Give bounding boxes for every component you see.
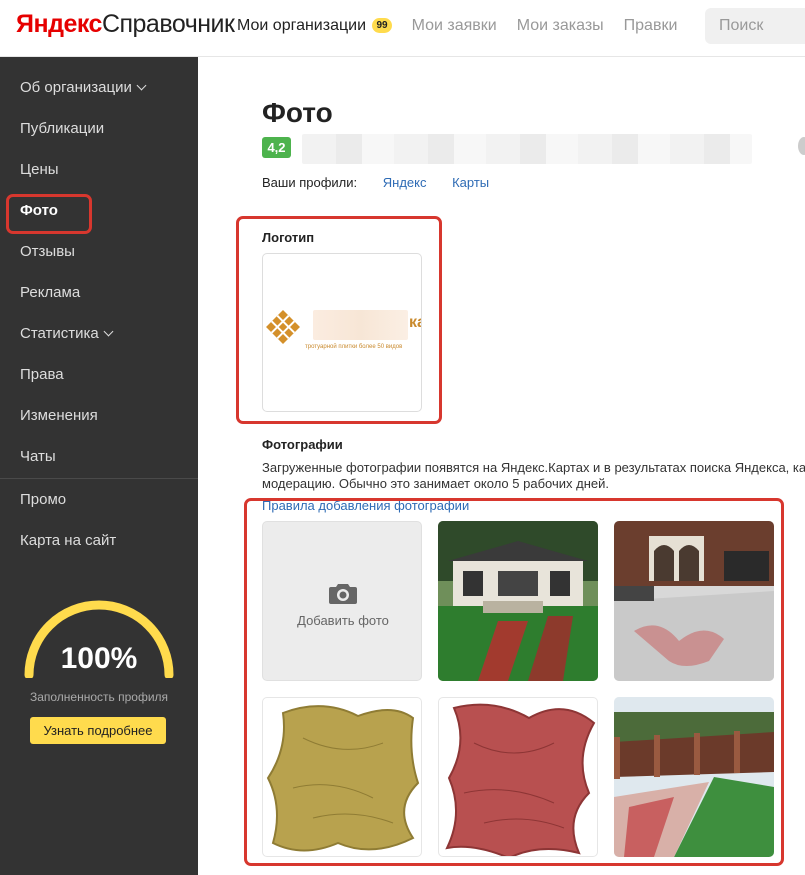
chevron-down-icon	[103, 326, 114, 337]
sidebar: Об организации Публикации Цены Фото Отзы…	[0, 57, 198, 875]
yandex-spravochnik-logo[interactable]: ЯндексСправочник	[16, 10, 235, 39]
rating-badge: 4,2	[262, 137, 291, 158]
page: ЯндексСправочник Мои организации 99 Мои …	[0, 0, 805, 875]
chevron-down-icon	[136, 80, 147, 91]
sidebar-item-rights[interactable]: Права	[20, 366, 64, 383]
top-header: ЯндексСправочник Мои организации 99 Мои …	[0, 0, 805, 57]
sidebar-item-prices[interactable]: Цены	[20, 161, 59, 178]
sidebar-item-promo[interactable]: Промо	[20, 491, 66, 508]
gear-icon[interactable]	[798, 137, 805, 155]
sidebar-item-publications[interactable]: Публикации	[20, 120, 104, 137]
nav-my-orders[interactable]: Мои заказы	[517, 17, 604, 35]
photos-description: Загруженные фотографии появятся на Яндек…	[262, 460, 805, 492]
search-input[interactable]	[705, 8, 805, 44]
sidebar-item-site-map[interactable]: Карта на сайт	[20, 532, 116, 549]
profile-link-yandex[interactable]: Яндекс	[383, 175, 427, 190]
nav-edits[interactable]: Правки	[624, 17, 678, 35]
nav-my-organizations-label: Мои организации	[237, 17, 367, 34]
photos-description-line: модерацию. Обычно это занимает около 5 р…	[262, 476, 609, 491]
page-title: Фото	[262, 97, 333, 128]
profiles-label: Ваши профили:	[262, 175, 358, 190]
sidebar-divider	[0, 478, 198, 479]
learn-more-button[interactable]: Узнать подробнее	[30, 717, 166, 744]
completeness-label: Заполненность профиля	[29, 690, 169, 704]
sidebar-item-chats[interactable]: Чаты	[20, 448, 56, 465]
nav-my-requests[interactable]: Мои заявки	[412, 17, 497, 35]
photos-section-title: Фотографии	[262, 437, 343, 452]
brand-name: Яндекс	[16, 10, 102, 38]
sidebar-item-about-organization[interactable]: Об организации	[20, 79, 147, 96]
sidebar-item-advertising[interactable]: Реклама	[20, 284, 80, 301]
main-content: Фото 4,2 Ваши профили: Яндекс Карты Лого…	[198, 57, 805, 875]
sidebar-item-label: Статистика	[20, 325, 99, 342]
highlight-outline-logo	[236, 216, 442, 424]
sidebar-item-changes[interactable]: Изменения	[20, 407, 98, 424]
sidebar-item-statistics[interactable]: Статистика	[20, 325, 114, 342]
blurred-organization-name	[302, 134, 752, 164]
photos-description-line: Загруженные фотографии появятся на Яндек…	[262, 460, 805, 475]
highlight-outline-active-item	[6, 194, 92, 234]
nav-my-organizations[interactable]: Мои организации 99	[237, 17, 392, 35]
top-nav: Мои организации 99 Мои заявки Мои заказы…	[237, 17, 697, 35]
organizations-count-badge: 99	[372, 18, 392, 33]
completeness-percent: 100%	[60, 642, 138, 675]
sidebar-item-label: Об организации	[20, 79, 132, 96]
profile-link-maps[interactable]: Карты	[452, 175, 489, 190]
sidebar-item-reviews[interactable]: Отзывы	[20, 243, 75, 260]
highlight-outline-photos	[244, 498, 784, 866]
product-name: Справочник	[101, 10, 235, 38]
profiles-row: Ваши профили: Яндекс Карты	[262, 175, 489, 190]
